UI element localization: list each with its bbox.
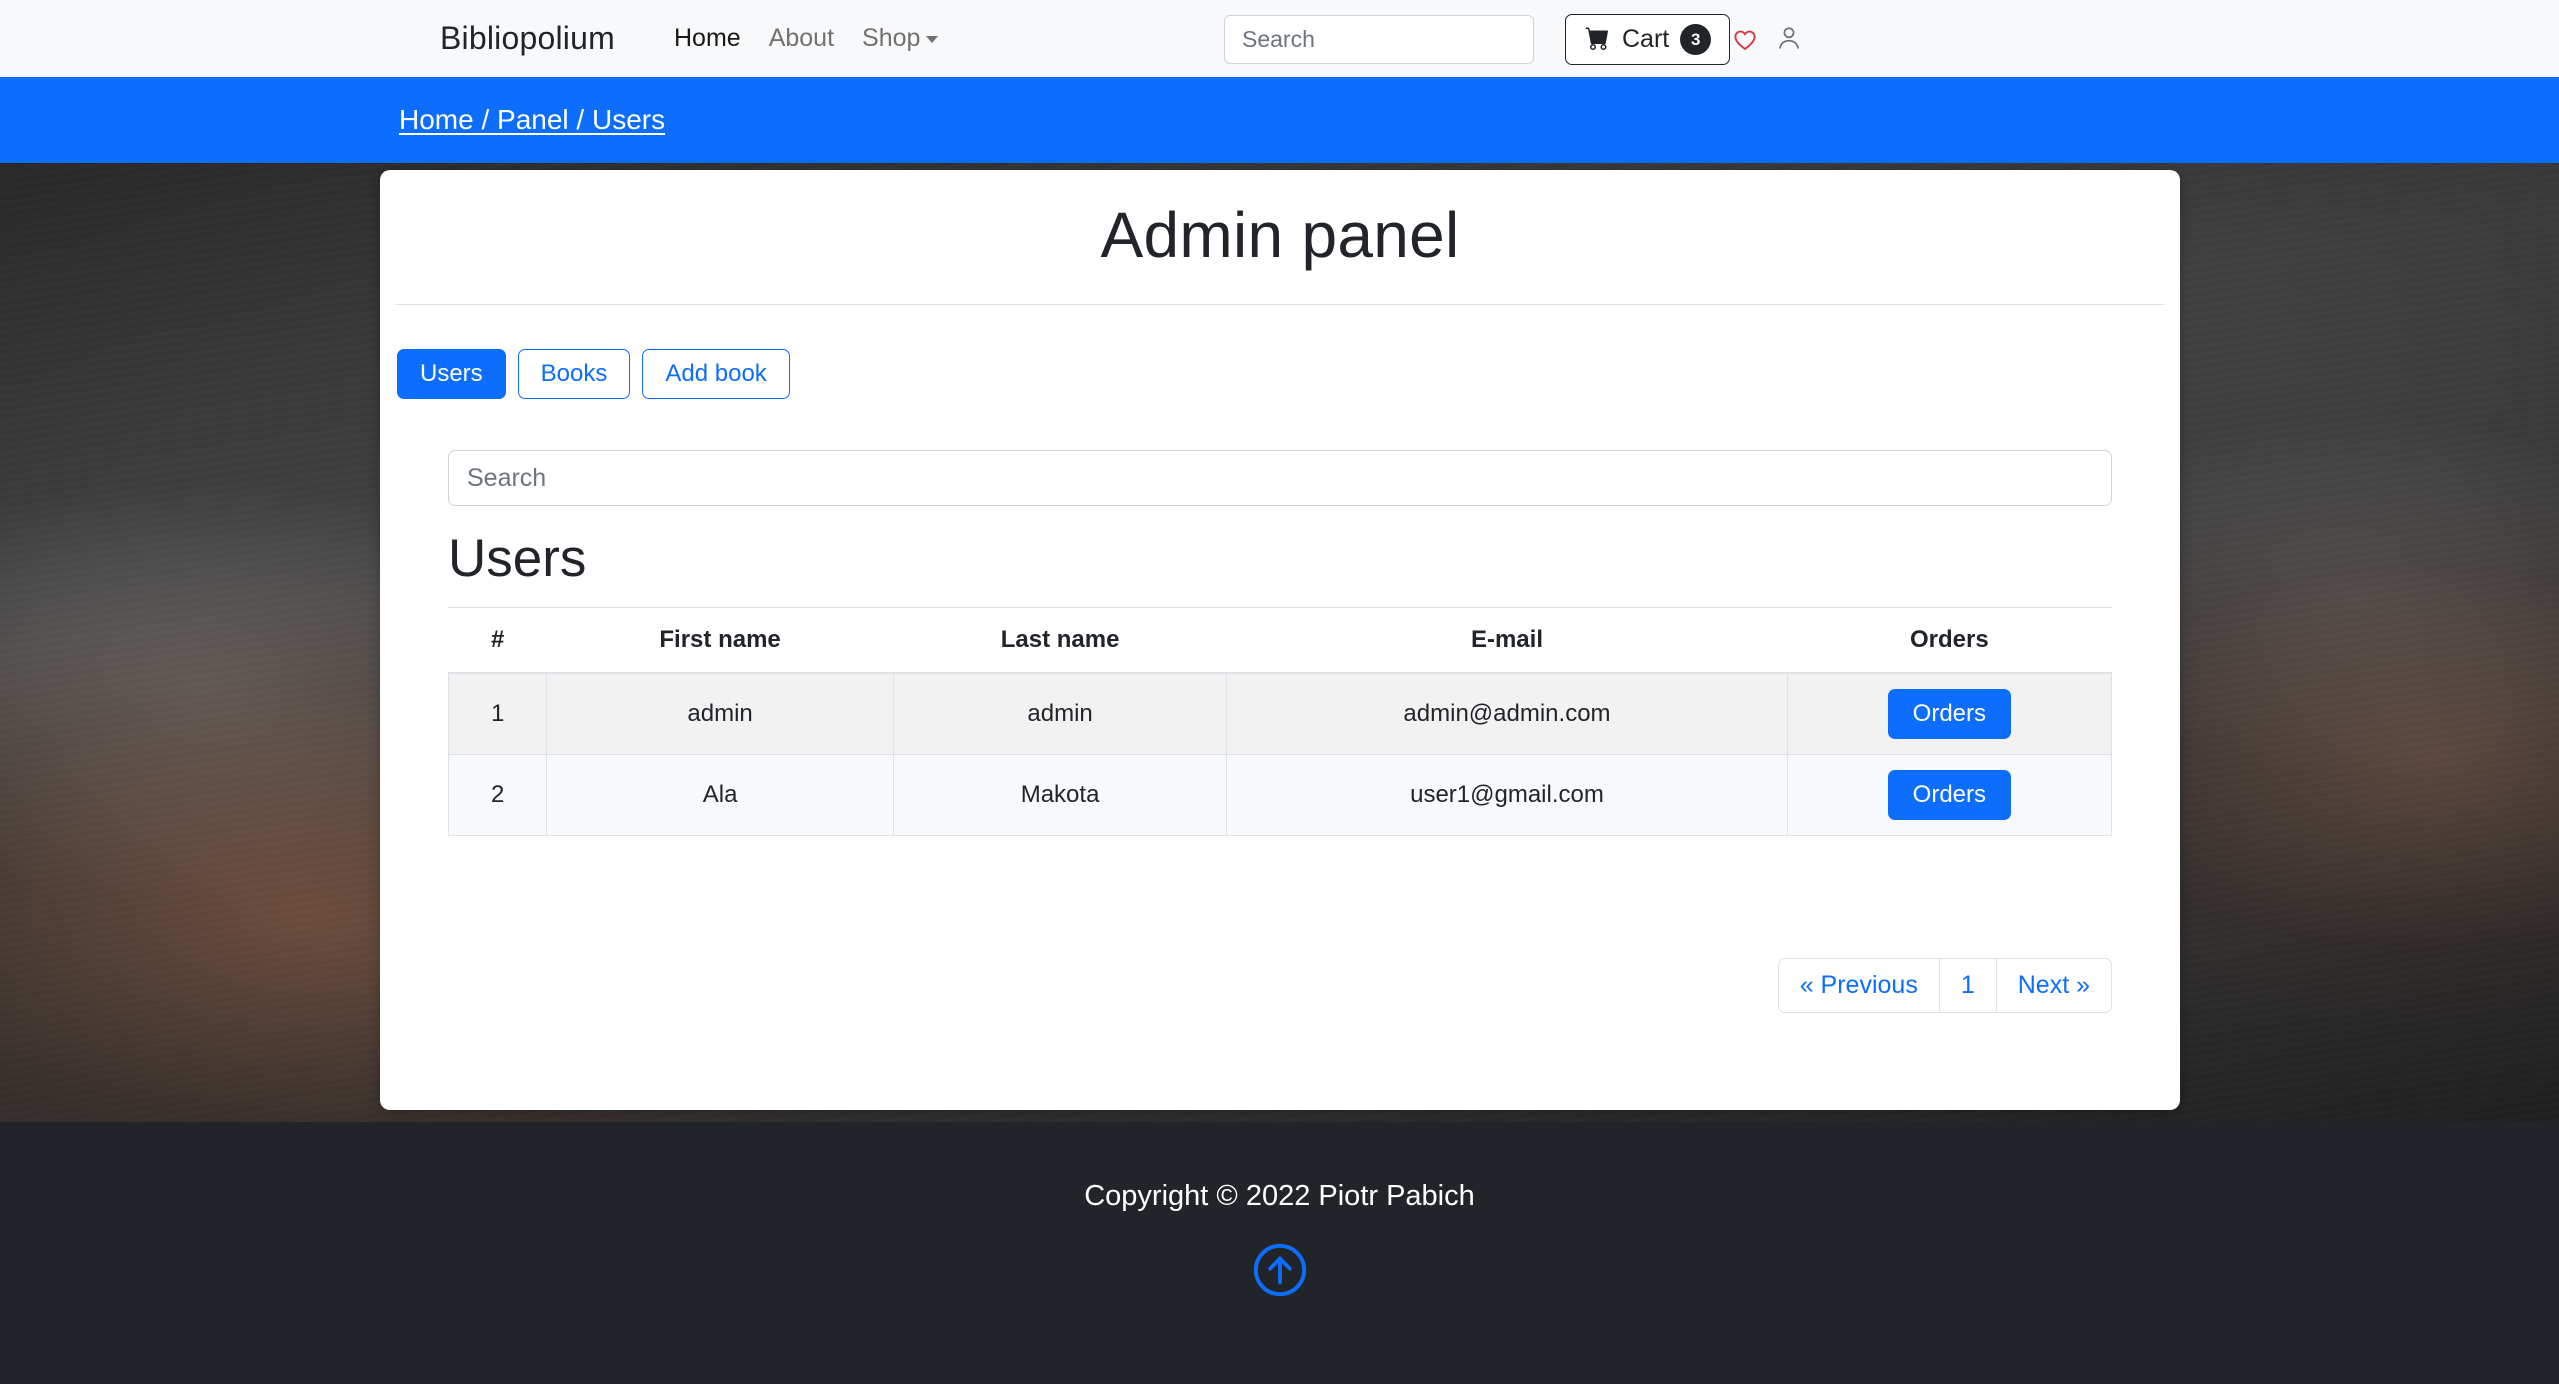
pagination: « Previous 1 Next »: [448, 958, 2112, 1013]
orders-button[interactable]: Orders: [1888, 770, 2011, 820]
table-header-row: # First name Last name E-mail Orders: [449, 608, 2112, 673]
cart-count-badge: 3: [1680, 24, 1711, 55]
navbar-search-input[interactable]: [1224, 15, 1534, 64]
panel-tab-group: Users Books Add book: [397, 349, 2180, 399]
tab-users[interactable]: Users: [397, 349, 506, 399]
column-header-orders: Orders: [1787, 608, 2111, 673]
brand-logo[interactable]: Bibliopolium: [440, 20, 615, 57]
users-table-head: # First name Last name E-mail Orders: [449, 608, 2112, 673]
cell-last: Makota: [893, 755, 1226, 836]
heart-icon[interactable]: [1730, 24, 1760, 57]
admin-panel-card: Admin panel Users Books Add book Users #…: [380, 170, 2180, 1110]
cell-first: admin: [547, 673, 894, 755]
primary-nav: Home About Shop: [660, 24, 952, 53]
users-table-body: 1 admin admin admin@admin.com Orders 2 A…: [449, 673, 2112, 836]
title-divider: [396, 304, 2164, 305]
nav-link-home[interactable]: Home: [660, 24, 755, 53]
column-header-email: E-mail: [1227, 608, 1787, 673]
cell-last: admin: [893, 673, 1226, 755]
cell-orders: Orders: [1787, 755, 2111, 836]
user-icon[interactable]: [1775, 24, 1803, 57]
column-header-first: First name: [547, 608, 894, 673]
top-navbar: Bibliopolium Home About Shop Cart 3: [0, 0, 2559, 77]
page-title: Admin panel: [380, 198, 2180, 272]
table-row: 1 admin admin admin@admin.com Orders: [449, 673, 2112, 755]
pagination-page-1[interactable]: 1: [1939, 958, 1997, 1013]
nav-link-shop-label: Shop: [862, 24, 920, 52]
panel-content: Users # First name Last name E-mail Orde…: [448, 450, 2112, 1013]
cell-first: Ala: [547, 755, 894, 836]
column-header-id: #: [449, 608, 547, 673]
cart-label: Cart: [1622, 25, 1669, 54]
copyright-text: Copyright © 2022 Piotr Pabich: [0, 1122, 2559, 1213]
section-title: Users: [448, 528, 2112, 589]
cell-id: 2: [449, 755, 547, 836]
users-table: # First name Last name E-mail Orders 1 a…: [448, 608, 2112, 836]
scroll-to-top-button[interactable]: [1251, 1241, 1309, 1299]
cell-orders: Orders: [1787, 673, 2111, 755]
cart-icon: [1584, 26, 1611, 53]
cell-email: admin@admin.com: [1227, 673, 1787, 755]
nav-link-shop[interactable]: Shop: [848, 24, 952, 53]
cart-button[interactable]: Cart 3: [1565, 14, 1730, 65]
pagination-next[interactable]: Next »: [1996, 958, 2112, 1013]
cell-email: user1@gmail.com: [1227, 755, 1787, 836]
cell-id: 1: [449, 673, 547, 755]
pagination-previous[interactable]: « Previous: [1778, 958, 1940, 1013]
users-search-input[interactable]: [448, 450, 2112, 506]
tab-books[interactable]: Books: [518, 349, 631, 399]
column-header-last: Last name: [893, 608, 1226, 673]
chevron-down-icon: [926, 36, 938, 43]
nav-link-about[interactable]: About: [755, 24, 848, 53]
page-footer: Copyright © 2022 Piotr Pabich: [0, 1122, 2559, 1384]
breadcrumb[interactable]: Home / Panel / Users: [399, 104, 665, 136]
orders-button[interactable]: Orders: [1888, 689, 2011, 739]
breadcrumb-bar: Home / Panel / Users: [0, 77, 2559, 163]
tab-add-book[interactable]: Add book: [642, 349, 789, 399]
table-row: 2 Ala Makota user1@gmail.com Orders: [449, 755, 2112, 836]
